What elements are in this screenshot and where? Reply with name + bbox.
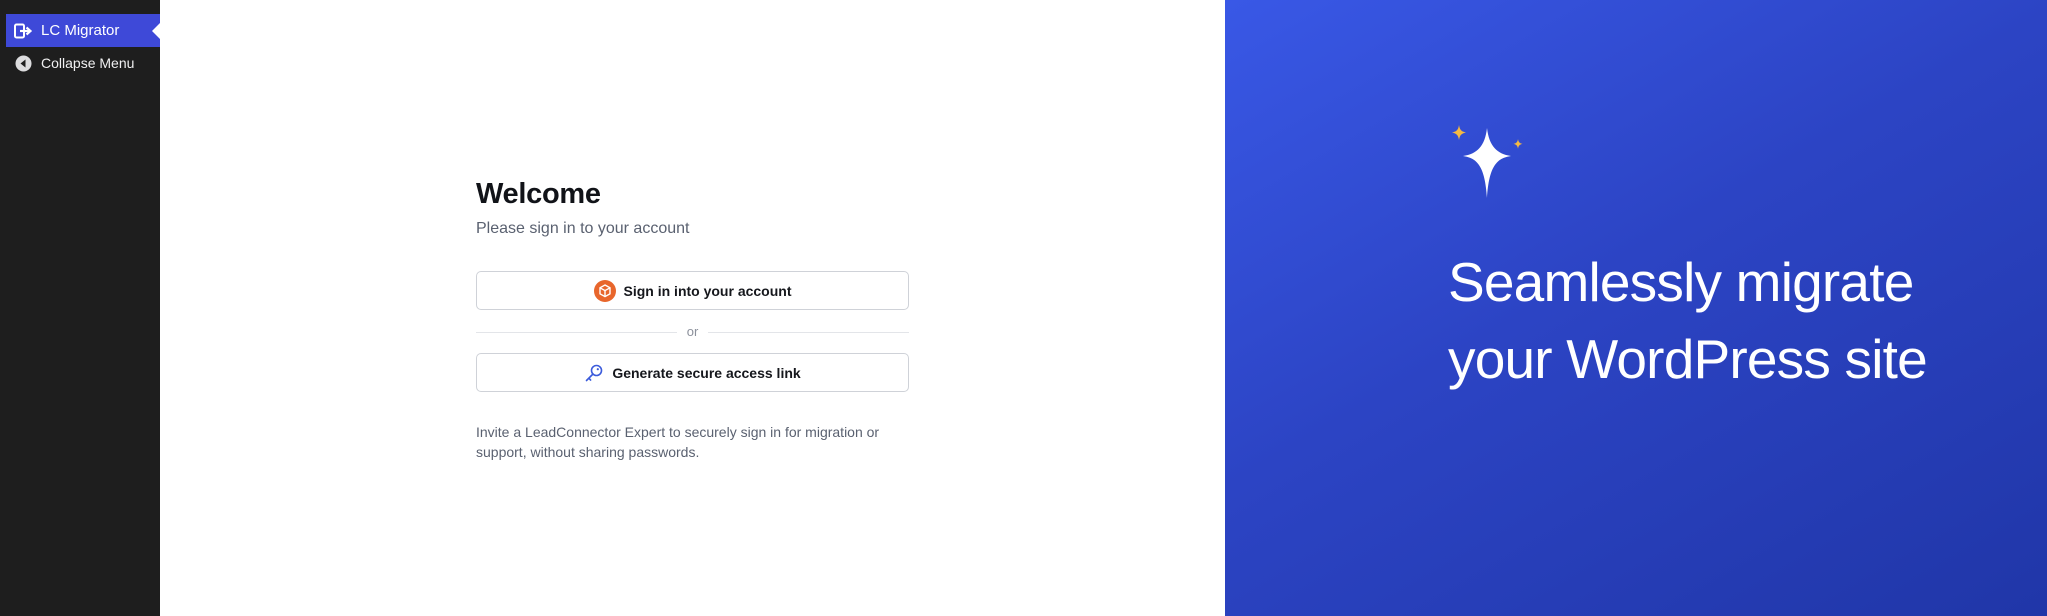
signin-panel: Welcome Please sign in to your account S… — [160, 0, 1225, 616]
signin-button-label: Sign in into your account — [623, 282, 792, 299]
generate-access-link-button[interactable]: Generate secure access link — [476, 353, 909, 392]
signin-button[interactable]: Sign in into your account — [476, 271, 909, 310]
admin-sidebar: LC Migrator Collapse Menu — [0, 0, 160, 616]
collapse-circle-icon — [14, 54, 32, 72]
expert-invite-hint: Invite a LeadConnector Expert to securel… — [476, 424, 880, 460]
collapse-menu-label: Collapse Menu — [41, 55, 135, 71]
divider-line-right — [708, 331, 909, 333]
or-divider: or — [476, 322, 909, 342]
exit-arrow-icon — [14, 22, 32, 40]
app-root: LC Migrator Collapse Menu Welcome Please… — [0, 0, 2047, 616]
signin-card: Welcome Please sign in to your account S… — [476, 176, 909, 462]
brand-logo-icon — [593, 279, 616, 302]
sparkle-icon — [1447, 124, 1529, 205]
hero-headline: Seamlessly migrate your WordPress site — [1448, 251, 1928, 390]
page-title: Welcome — [476, 178, 601, 210]
hero-panel: Seamlessly migrate your WordPress site — [1225, 0, 2047, 616]
key-icon — [584, 363, 604, 383]
sidebar-item-lc-migrator[interactable]: LC Migrator — [6, 14, 160, 47]
page-subtitle: Please sign in to your account — [476, 220, 690, 237]
divider-or-label: or — [686, 324, 699, 339]
generate-access-link-label: Generate secure access link — [612, 364, 801, 381]
divider-line-left — [476, 331, 677, 333]
sidebar-item-label: LC Migrator — [41, 22, 120, 39]
collapse-menu-button[interactable]: Collapse Menu — [6, 52, 160, 74]
